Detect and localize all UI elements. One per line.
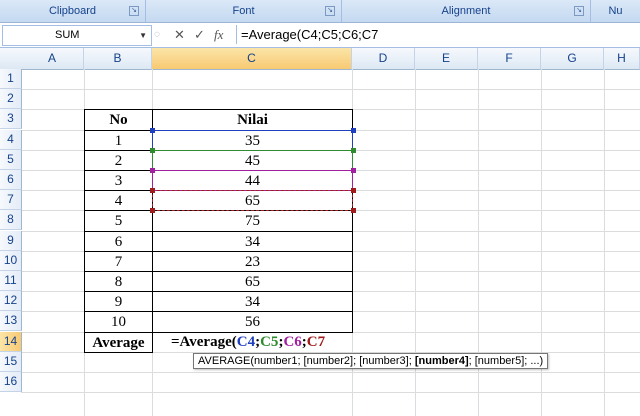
font-group-label: Font — [232, 5, 255, 17]
name-box-value: SUM — [55, 29, 80, 41]
formula-prefix: =Average( — [171, 333, 237, 350]
dialog-launcher-icon[interactable]: ↘ — [129, 6, 139, 16]
tooltip-text: ; [number5]; ...) — [468, 354, 544, 367]
resize-handle[interactable] — [351, 208, 356, 214]
ribbon-group-number[interactable]: Nu — [591, 0, 640, 22]
formula-reference: C6 — [283, 333, 302, 350]
cell-b3-no-header[interactable]: No — [84, 109, 153, 131]
enter-icon[interactable]: ✓ — [194, 25, 205, 44]
resize-handle[interactable] — [150, 168, 155, 173]
reference-highlight — [152, 149, 353, 171]
grid-row-line — [21, 392, 640, 394]
resize-handle[interactable] — [351, 147, 356, 153]
ribbon-group-clipboard[interactable]: Clipboard ↘ — [0, 0, 146, 22]
row-header[interactable]: 9 — [0, 230, 22, 251]
row-header[interactable]: 10 — [0, 250, 22, 271]
grid-column-line — [604, 69, 605, 416]
tooltip-current-argument: [number4] — [414, 354, 469, 367]
column-header-d[interactable]: D — [352, 48, 415, 70]
cell-c3-nilai-header[interactable]: Nilai — [152, 109, 353, 131]
row-header[interactable]: 15 — [0, 351, 22, 372]
grid-row-line — [21, 372, 640, 373]
row-header[interactable]: 6 — [0, 170, 22, 190]
cell-nilai[interactable]: 34 — [152, 230, 353, 252]
cell-nilai[interactable]: 56 — [152, 311, 353, 333]
row-header[interactable]: 7 — [0, 190, 22, 211]
formula-bar: SUM ▼ ◌ ✕ ✓ fx =Average(C4;C5;C6;C7 — [0, 23, 640, 48]
column-header-a[interactable]: A — [21, 48, 84, 70]
row-header[interactable]: 5 — [0, 149, 22, 170]
cell-nilai[interactable]: 23 — [152, 250, 353, 272]
ribbon-group-font[interactable]: Font ↘ — [146, 0, 342, 22]
number-group-label: Nu — [608, 5, 623, 17]
cell-b14-average-label[interactable]: Average — [84, 331, 153, 353]
tooltip-text: AVERAGE(number1; [number2]; [number3]; — [198, 354, 415, 367]
cell-no[interactable]: 6 — [84, 230, 153, 252]
row-header[interactable]: 13 — [0, 311, 22, 332]
cell-no[interactable]: 3 — [84, 170, 153, 192]
column-header-f[interactable]: F — [478, 48, 541, 70]
name-box[interactable]: SUM ▼ — [2, 25, 152, 46]
column-header-h[interactable]: H — [604, 48, 640, 70]
cancel-icon[interactable]: ✕ — [174, 25, 185, 44]
function-argument-tooltip[interactable]: AVERAGE(number1; [number2]; [number3]; [… — [193, 352, 549, 369]
cell-no[interactable]: 5 — [84, 210, 153, 232]
resize-handle[interactable] — [150, 208, 155, 214]
row-header[interactable]: 12 — [0, 291, 22, 312]
ribbon-group-labels: Clipboard ↘ Font ↘ Alignment ↘ Nu — [0, 0, 640, 23]
dialog-launcher-icon[interactable]: ↘ — [325, 6, 335, 16]
dialog-launcher-icon[interactable]: ↘ — [574, 6, 584, 16]
cell-no[interactable]: 1 — [84, 129, 153, 151]
row-header[interactable]: 1 — [0, 69, 22, 89]
reference-highlight — [152, 170, 353, 192]
cell-nilai[interactable]: 34 — [152, 291, 353, 313]
resize-handle[interactable] — [351, 127, 356, 133]
row-header[interactable]: 14 — [0, 331, 22, 352]
chevron-down-icon[interactable]: ▼ — [139, 26, 147, 45]
cell-no[interactable]: 4 — [84, 190, 153, 212]
reference-highlight — [152, 129, 353, 151]
select-all-corner[interactable] — [0, 48, 22, 70]
formula-reference: C5 — [260, 333, 279, 350]
insert-function-icon[interactable]: fx — [214, 25, 223, 44]
clipboard-group-label: Clipboard — [48, 5, 97, 17]
formula-input[interactable]: =Average(C4;C5;C6;C7 — [236, 25, 640, 44]
formula-buttons: ◌ ✕ ✓ fx — [154, 25, 234, 44]
formula-reference: C4 — [236, 333, 256, 350]
cell-no[interactable]: 9 — [84, 291, 153, 313]
cell-no[interactable]: 10 — [84, 311, 153, 333]
grip-icon: ◌ — [154, 29, 160, 40]
cell-no[interactable]: 7 — [84, 250, 153, 272]
column-header-c[interactable]: C — [152, 48, 352, 70]
resize-handle[interactable] — [351, 168, 356, 173]
row-header[interactable]: 3 — [0, 109, 22, 130]
resize-handle[interactable] — [150, 147, 155, 153]
row-header[interactable]: 4 — [0, 129, 22, 150]
formula-reference: C7 — [306, 333, 326, 350]
row-header[interactable]: 16 — [0, 372, 22, 392]
column-header-b[interactable]: B — [84, 48, 152, 70]
column-header-g[interactable]: G — [541, 48, 604, 70]
row-header[interactable]: 11 — [0, 271, 22, 291]
row-header[interactable]: 2 — [0, 89, 22, 110]
row-header[interactable]: 8 — [0, 210, 22, 231]
cell-no[interactable]: 8 — [84, 271, 153, 293]
ribbon-group-alignment[interactable]: Alignment ↘ — [342, 0, 591, 22]
cell-c14-editing-formula[interactable]: =Average(C4;C5;C6;C7 — [171, 332, 325, 352]
resize-handle[interactable] — [351, 188, 356, 194]
reference-highlight — [152, 190, 353, 212]
resize-handle[interactable] — [150, 127, 155, 133]
resize-handle[interactable] — [150, 188, 155, 194]
cell-nilai[interactable]: 65 — [152, 271, 353, 293]
cell-no[interactable]: 2 — [84, 149, 153, 171]
column-header-e[interactable]: E — [415, 48, 478, 70]
cell-nilai[interactable]: 75 — [152, 210, 353, 232]
alignment-group-label: Alignment — [441, 5, 491, 17]
grid-row-line — [21, 89, 640, 91]
